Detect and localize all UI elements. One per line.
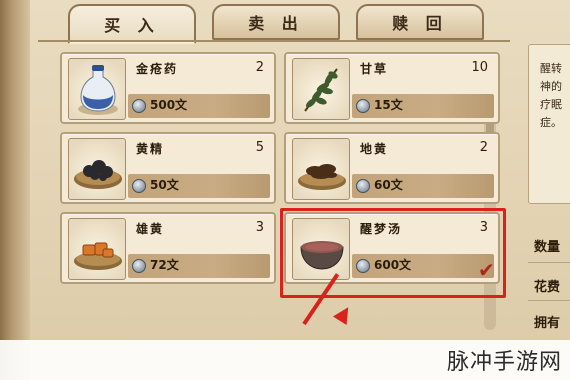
divider [528,300,570,301]
item-card-dihuang[interactable]: 地黄 2 60文 [284,132,500,204]
cost-label: 花费 [534,280,561,295]
coin-icon [132,259,146,273]
item-quantity: 10 [471,60,488,75]
checkmark-icon: ✔ [478,258,495,282]
coin-icon [132,99,146,113]
item-price: 72文 [150,258,179,272]
item-name: 雄黄 [136,222,165,236]
quantity-label: 数量 [534,240,561,255]
item-price: 15文 [374,98,403,112]
coin-icon [356,99,370,113]
item-price: 500文 [150,98,188,112]
root-plate-icon [292,138,350,200]
item-name: 地黄 [360,142,389,156]
item-card-huangjing[interactable]: 黄精 5 50文 [60,132,276,204]
item-quantity: 5 [255,140,264,155]
tab-buy[interactable]: 买 入 [68,4,196,44]
item-name: 甘草 [360,62,389,76]
item-quantity: 2 [479,140,488,155]
selection-highlight [280,208,506,298]
mineral-plate-icon [68,218,126,280]
potion-bottle-icon [68,58,126,120]
dark-herb-plate-icon [68,138,126,200]
item-description: 醒转神的疗眠症。 [540,62,562,129]
divider [528,262,570,263]
coin-icon [356,179,370,193]
item-card-gancao[interactable]: 甘草 10 15文 [284,52,500,124]
coin-icon [132,179,146,193]
item-name: 金疮药 [136,62,179,76]
item-card-jinchuangyao[interactable]: 金疮药 2 500文 [60,52,276,124]
herb-icon [292,58,350,120]
tab-redeem[interactable]: 赎 回 [356,4,484,40]
watermark: 脉冲手游网 [446,350,562,375]
item-name: 黄精 [136,142,165,156]
tab-sell[interactable]: 卖 出 [212,4,340,40]
item-price: 50文 [150,178,179,192]
window-border [0,0,30,380]
item-quantity: 3 [255,220,264,235]
item-card-xionghuang[interactable]: 雄黄 3 72文 [60,212,276,284]
item-price: 60文 [374,178,403,192]
item-quantity: 2 [255,60,264,75]
owned-label: 拥有 [534,316,561,331]
